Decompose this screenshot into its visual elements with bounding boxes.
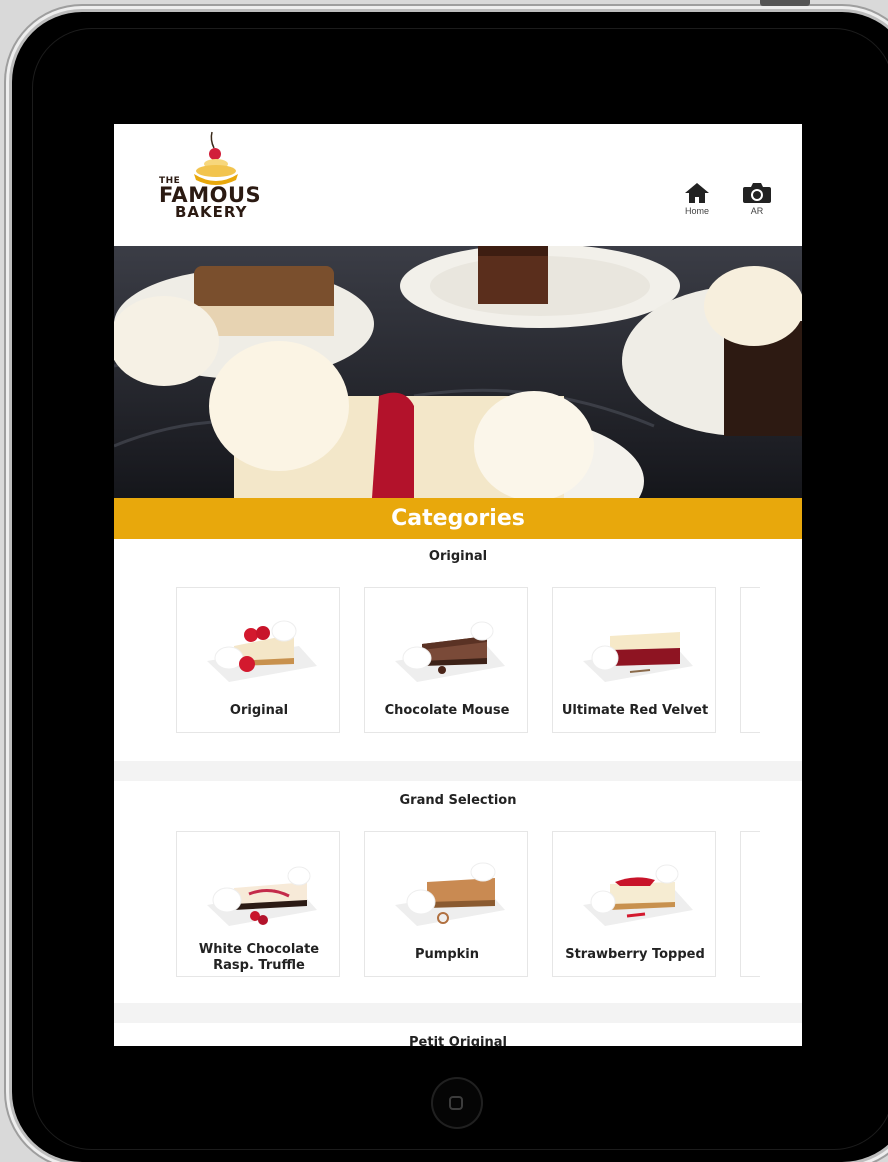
hero-banner-image bbox=[114, 246, 802, 498]
ar-nav-label: AR bbox=[750, 206, 764, 216]
cheesecake-slice-image bbox=[583, 864, 693, 926]
cheesecake-slice-image bbox=[395, 862, 505, 926]
product-label: Pumpkin bbox=[415, 947, 479, 962]
product-label: Original bbox=[229, 703, 289, 718]
logo-line-3: BAKERY bbox=[175, 203, 248, 221]
product-card-chocolate-mouse[interactable]: Chocolate Mouse bbox=[364, 587, 528, 733]
section-title: Grand Selection bbox=[399, 793, 517, 808]
cheesecake-slice-image bbox=[207, 620, 317, 682]
category-section-petit-original: Petit Original bbox=[114, 1023, 802, 1046]
categories-header: Categories bbox=[114, 498, 802, 539]
logo-wordmark: THE FAMOUS BAKERY bbox=[159, 177, 269, 220]
camera-icon bbox=[743, 183, 771, 203]
cheesecake-photo bbox=[114, 246, 802, 498]
ar-nav-button[interactable]: AR bbox=[739, 182, 775, 216]
home-button-icon bbox=[449, 1096, 463, 1110]
home-icon bbox=[685, 183, 709, 203]
product-card-ultimate-red-velvet[interactable]: Ultimate Red Velvet bbox=[552, 587, 716, 733]
product-card-pumpkin[interactable]: Pumpkin bbox=[364, 831, 528, 977]
cheesecake-slice-image bbox=[207, 866, 317, 926]
section-divider bbox=[114, 1003, 802, 1023]
product-label: White Chocolate Rasp. Truffle bbox=[198, 942, 320, 973]
home-nav-label: Home bbox=[684, 206, 709, 216]
product-label: Strawberry Topped bbox=[565, 947, 705, 962]
section-title: Original bbox=[428, 549, 488, 564]
category-section-original: Original Original Chocolate Mouse Ultima… bbox=[114, 539, 802, 814]
product-card-strawberry-topped[interactable]: Strawberry Topped bbox=[552, 831, 716, 977]
product-card-partial[interactable] bbox=[740, 587, 760, 733]
app-screen: THE FAMOUS BAKERY Home AR Categories Ori… bbox=[114, 124, 802, 1046]
section-divider bbox=[114, 761, 802, 781]
product-label: Ultimate Red Velvet bbox=[561, 703, 709, 718]
product-card-partial[interactable] bbox=[740, 831, 760, 977]
home-nav-button[interactable]: Home bbox=[679, 182, 715, 216]
cheesecake-slice-image bbox=[395, 621, 505, 682]
app-header: THE FAMOUS BAKERY Home AR bbox=[114, 124, 802, 246]
product-card-white-chocolate-rasp-truffle[interactable]: White Chocolate Rasp. Truffle bbox=[176, 831, 340, 977]
product-label: Chocolate Mouse bbox=[384, 703, 510, 718]
tablet-top-button bbox=[760, 0, 810, 6]
product-card-original[interactable]: Original bbox=[176, 587, 340, 733]
cheesecake-slice-image bbox=[583, 632, 693, 682]
section-title: Petit Original bbox=[409, 1035, 507, 1046]
category-section-grand-selection: Grand Selection White Chocolate Rasp. Tr… bbox=[114, 781, 802, 1046]
